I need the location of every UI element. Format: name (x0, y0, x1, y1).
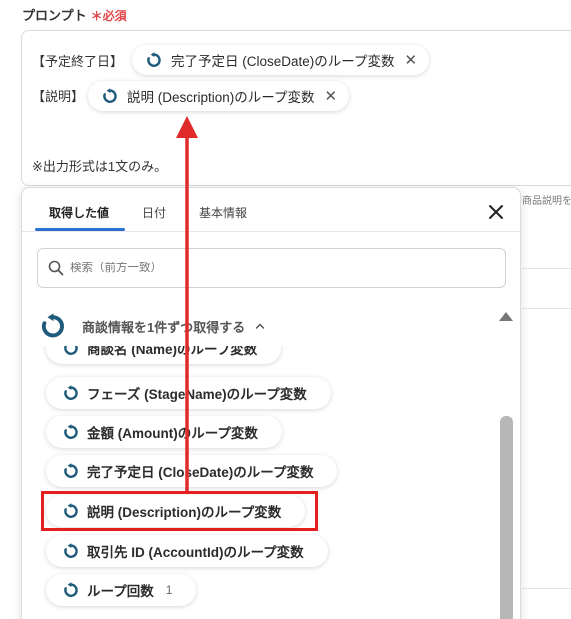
annotation-arrow (176, 116, 198, 491)
